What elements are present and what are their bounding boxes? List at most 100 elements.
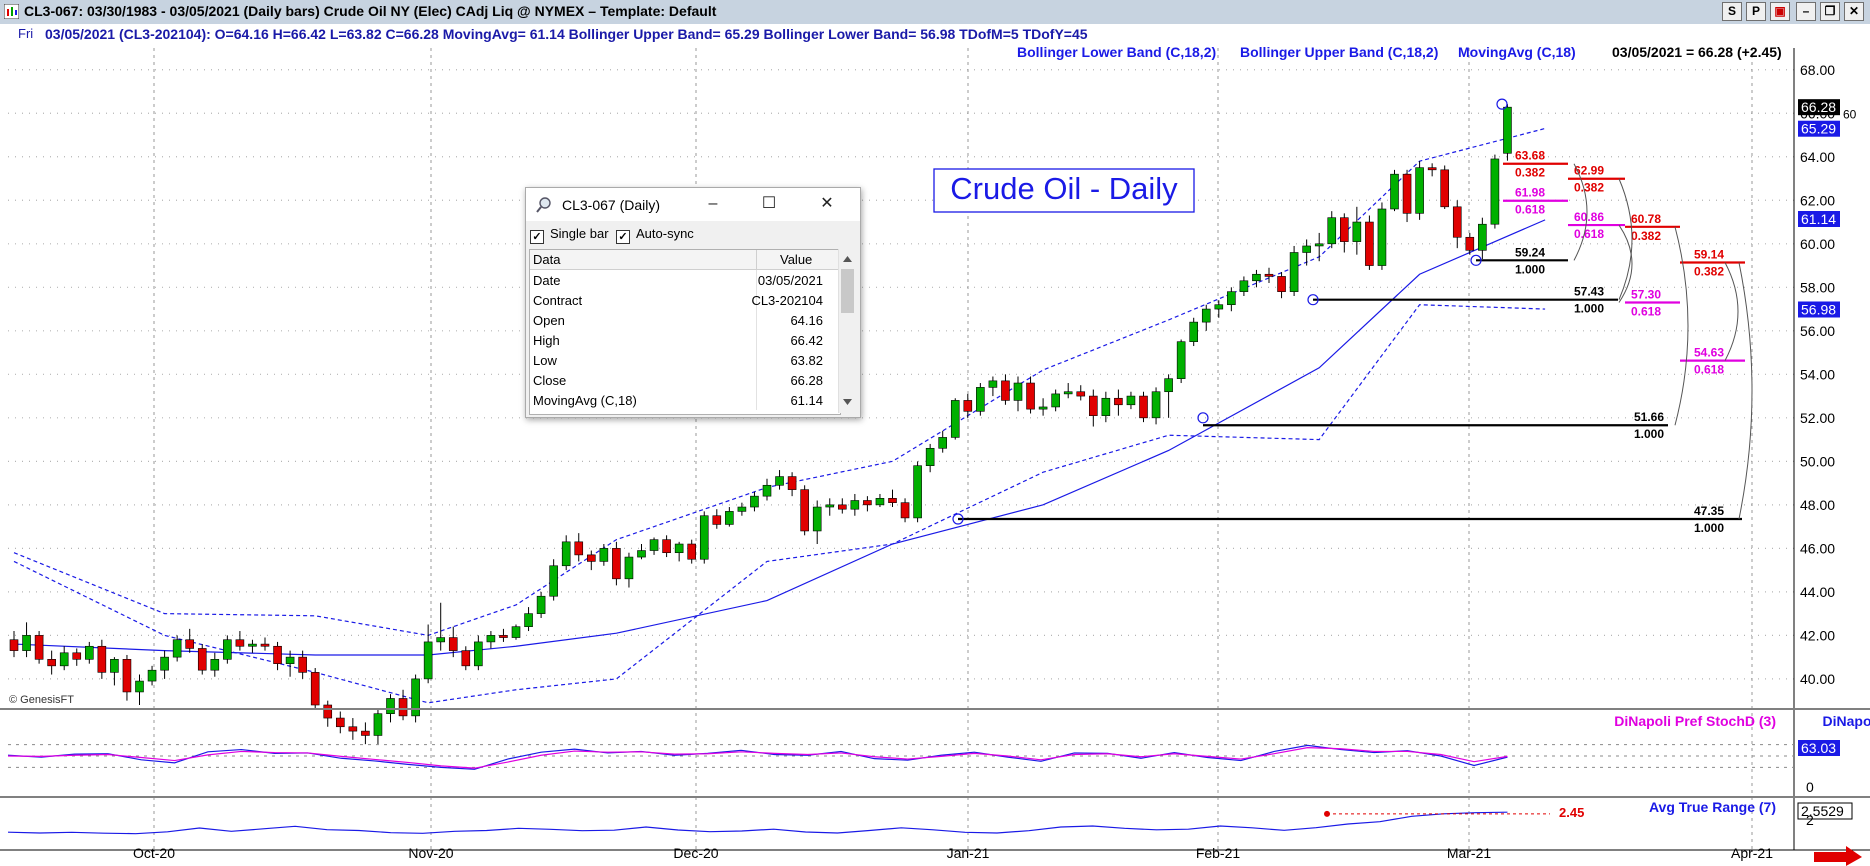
candle-body [1239,280,1249,292]
candle-body [1038,406,1048,410]
candle-body [561,541,571,567]
data-window-titlebar[interactable]: CL3-067 (Daily) – ☐ ✕ [526,188,860,221]
legend-stoch-k: DiNapoli Pref StochK (8,3) [1823,713,1870,729]
candle-body [1340,217,1349,242]
table-row[interactable]: Date 03/05/2021 [530,270,840,290]
retracement-ratio: 0.618 [1631,305,1661,319]
scroll-down-icon[interactable] [843,399,852,405]
candle-body [737,506,747,512]
candle-body [1227,291,1236,306]
candle-body [1176,341,1186,379]
header-data[interactable]: Data [533,252,560,267]
row-value: 66.28 [790,373,823,388]
candle-body [850,500,860,510]
price-tick-label: 64.00 [1800,149,1835,165]
auto-sync-label: Auto-sync [636,226,694,241]
candle-body [674,543,684,554]
retracement-ratio: 0.618 [1574,227,1604,241]
stoch-marker-label: 63.03 [1801,740,1836,756]
candle-body [825,504,835,508]
candle-body [1126,395,1136,406]
table-row[interactable]: Close 66.28 [530,370,840,390]
price-marker-label: 65.29 [1801,121,1836,137]
scroll-up-icon[interactable] [843,256,852,262]
dw-close-icon[interactable]: ✕ [816,194,838,214]
candle-body [1063,391,1073,395]
price-tick-label: 58.00 [1800,279,1835,295]
row-key: Close [533,373,567,388]
price-tick-label: 50.00 [1800,453,1835,469]
candle-body [1465,236,1475,251]
retracement-ratio: 1.000 [1694,521,1724,535]
table-header: Data Value [530,250,840,270]
row-key: Low [533,353,557,368]
retracement-price: 59.24 [1515,245,1545,259]
data-window-scrollbar[interactable] [838,249,856,413]
retracement-levels: 51.66 1.000 47.35 1.000 57.43 1.000 59.24 1.000… [952,98,1753,535]
pivot-marker [1197,412,1209,424]
scroll-thumb[interactable] [841,269,854,313]
candle-body [1352,221,1362,242]
auto-sync-checkbox[interactable]: ✓ Auto-sync [616,226,694,244]
dw-maximize-icon[interactable]: ☐ [758,194,780,214]
legend-upper-band: Bollinger Upper Band (C,18,2) [1240,44,1438,60]
candle-body [486,635,496,643]
price-tick-label: 40.00 [1800,671,1835,687]
candle-body [1089,395,1098,416]
table-row[interactable]: Low 63.82 [530,350,840,370]
candle-body [950,400,960,438]
candle-body [863,500,872,506]
candle-body [1214,304,1224,310]
candle-body [298,656,307,673]
table-row[interactable]: High 66.42 [530,330,840,350]
row-value: 63.82 [790,353,823,368]
candle-body [185,639,194,649]
retracement-connector [1738,262,1753,520]
candle-body [398,698,408,717]
candle-body [147,669,157,682]
table-row[interactable]: Contract CL3-202104 [530,290,840,310]
row-key: High [533,333,560,348]
dw-minimize-icon[interactable]: – [702,194,724,214]
candle-body [762,484,772,497]
table-row[interactable]: MovingAvg (C,18) 61.14 [530,390,840,410]
retracement-price: 63.68 [1515,149,1545,163]
atr-axis-label: 2 [1806,812,1814,828]
candle-body [800,489,809,532]
candle-body [925,447,935,466]
candle-body [1001,380,1010,401]
candle-body [499,635,508,638]
candle-body [1365,221,1374,266]
candle-body [210,659,220,671]
candle-body [474,641,483,667]
single-bar-label: Single bar [550,226,609,241]
row-value: 64.16 [790,313,823,328]
atr-annotation: 2.45 [1559,805,1584,820]
scrollbar-arrows[interactable] [839,249,856,413]
candle-body [248,643,257,647]
retracement-ratio: 1.000 [1574,302,1604,316]
candle-body [1189,321,1198,342]
candle-body [963,400,973,412]
retracement-price: 54.63 [1694,346,1724,360]
candle-body [1452,206,1462,238]
candle-body [34,635,44,660]
single-bar-checkbox[interactable]: ✓ Single bar [530,226,609,244]
table-row[interactable]: Open 64.16 [530,310,840,330]
candle-body [122,659,132,693]
price-marker-label: 56.98 [1801,301,1836,317]
header-value[interactable]: Value [780,252,812,267]
price-tick-label: 54.00 [1800,366,1835,382]
price-tick-label: 60.00 [1800,236,1835,252]
date-tick-label: Feb-21 [1196,845,1241,861]
legend-last-value: 03/05/2021 = 66.28 (+2.45) [1612,44,1782,60]
candle-body [662,539,671,554]
candle-body [423,641,433,680]
data-window[interactable]: CL3-067 (Daily) – ☐ ✕ ✓ Single bar ✓ Auto-… [525,187,861,418]
candle-body [775,476,784,486]
price-chart[interactable]: 51.66 1.000 47.35 1.000 57.43 1.000 59.24 1.000… [0,0,1870,866]
candle-body [1076,391,1086,397]
legend-lower-band: Bollinger Lower Band (C,18,2) [1017,44,1216,60]
retracement-ratio: 0.618 [1694,363,1724,377]
stoch-k-line [7,744,1508,770]
